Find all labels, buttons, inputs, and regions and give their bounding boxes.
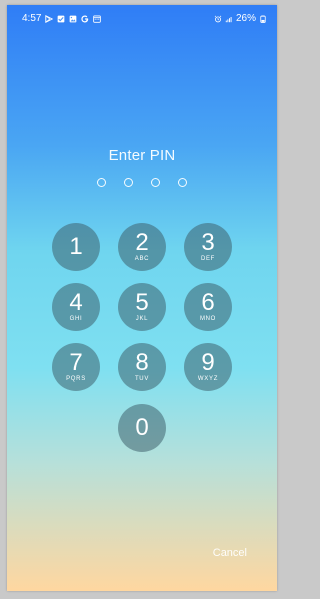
pin-dot-2	[124, 178, 133, 187]
key-3[interactable]: 3 DEF	[184, 223, 232, 271]
key-4-letters: GHI	[69, 316, 83, 322]
phone-screen: 4:57 26% Enter PIN 1 2 ABC 3 DEF 4 GHI 5…	[7, 5, 277, 591]
cancel-button[interactable]: Cancel	[213, 547, 247, 559]
status-bar: 4:57 26%	[7, 5, 277, 31]
key-8[interactable]: 8 TUV	[118, 343, 166, 391]
key-8-number: 8	[135, 349, 149, 376]
key-6[interactable]: 6 MNO	[184, 283, 232, 331]
key-2-number: 2	[135, 229, 149, 256]
checkbox-notification-icon	[57, 15, 65, 23]
status-right-icons: 26%	[214, 14, 267, 24]
pin-dot-1	[97, 178, 106, 187]
key-1[interactable]: 1	[52, 223, 100, 271]
key-6-number: 6	[201, 289, 215, 316]
google-icon	[81, 15, 89, 23]
battery-icon	[259, 15, 267, 23]
key-7-number: 7	[69, 349, 83, 376]
enter-pin-title: Enter PIN	[108, 147, 176, 164]
key-1-number: 1	[69, 232, 83, 260]
key-5-number: 5	[135, 289, 149, 316]
image-notification-icon	[69, 15, 77, 23]
key-3-letters: DEF	[200, 256, 216, 262]
key-2[interactable]: 2 ABC	[118, 223, 166, 271]
pin-dot-3	[151, 178, 160, 187]
pin-indicator	[7, 178, 277, 187]
key-9[interactable]: 9 WXYZ	[184, 343, 232, 391]
key-8-letters: TUV	[134, 376, 150, 382]
key-9-letters: WXYZ	[197, 376, 219, 382]
calendar-icon	[93, 15, 102, 23]
key-0[interactable]: 0	[118, 404, 166, 452]
status-left-icons: 4:57	[22, 13, 102, 24]
key-6-letters: MNO	[199, 316, 217, 322]
status-time: 4:57	[22, 13, 42, 24]
alarm-icon	[214, 15, 222, 23]
key-5-letters: JKL	[135, 316, 149, 322]
key-7[interactable]: 7 PQRS	[52, 343, 100, 391]
signal-icon	[225, 15, 233, 23]
key-0-number: 0	[135, 413, 149, 441]
key-4-number: 4	[69, 289, 83, 316]
key-4[interactable]: 4 GHI	[52, 283, 100, 331]
key-5[interactable]: 5 JKL	[118, 283, 166, 331]
play-store-icon	[45, 15, 54, 23]
battery-percentage: 26%	[235, 13, 256, 24]
pin-dot-4	[178, 178, 187, 187]
key-2-letters: ABC	[134, 256, 150, 262]
key-9-number: 9	[201, 349, 215, 376]
key-7-letters: PQRS	[66, 376, 86, 382]
key-3-number: 3	[201, 229, 215, 256]
